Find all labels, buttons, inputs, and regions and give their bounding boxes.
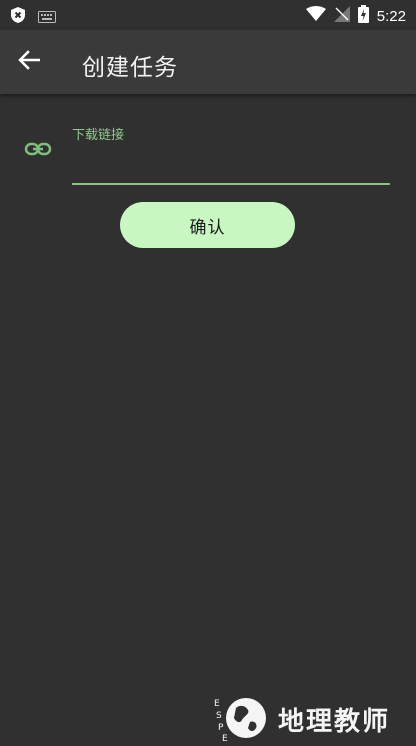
battery-charging-icon [357,5,369,27]
svg-text:S: S [216,711,222,721]
svg-text:P: P [218,723,224,733]
url-input[interactable] [72,150,390,182]
app-bar: 创建任务 [0,30,416,94]
url-field-underline [72,183,390,185]
arrow-left-icon [18,50,41,74]
signal-icon [333,6,350,26]
url-field-label: 下载链接 [72,128,125,143]
svg-text:E: E [222,734,228,742]
watermark-text: 地理教师 [278,706,391,737]
confirm-button[interactable]: 确认 [120,202,295,248]
watermark: E S P E 地理教师 [212,692,390,746]
page-title: 创建任务 [82,55,178,81]
status-time: 5:22 [376,7,406,25]
link-icon [24,138,52,164]
wifi-icon [305,6,326,26]
svg-text:E: E [214,699,220,709]
watermark-logo-icon: E S P E [212,692,270,746]
back-button[interactable] [14,48,44,76]
shield-x-icon [10,6,26,28]
status-bar: 5:22 [0,0,416,30]
keyboard-icon [38,8,56,27]
